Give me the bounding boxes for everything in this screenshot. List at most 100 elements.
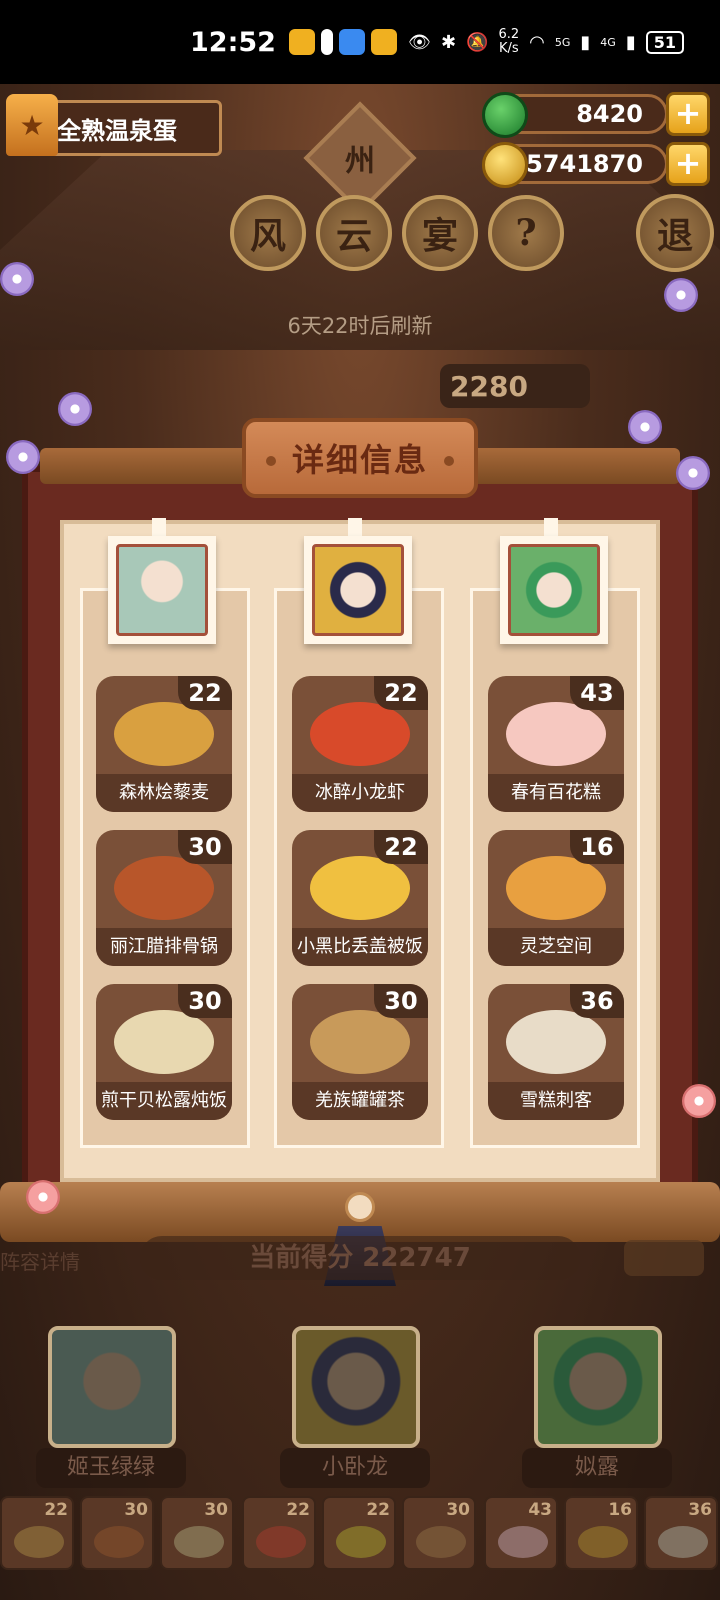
mute-icon: 🔕 (466, 31, 489, 53)
dish-image (114, 856, 214, 920)
dish-card[interactable]: 22 冰醉小龙虾 (292, 676, 428, 812)
weibo-icon (288, 29, 315, 55)
dish-name: 冰醉小龙虾 (292, 774, 428, 812)
bluetooth-icon: ✱ (440, 31, 457, 53)
mini-dish-card[interactable]: 30 (402, 1496, 476, 1570)
eye-icon: 👁 (408, 31, 431, 53)
dish-image (114, 1010, 214, 1074)
pin (152, 518, 166, 536)
battery-level: 51 (645, 30, 684, 54)
dish-card[interactable]: 16 灵芝空间 (488, 830, 624, 966)
mini-dish-image (336, 1526, 386, 1558)
mini-dish-card[interactable]: 22 (242, 1496, 316, 1570)
dish-card[interactable]: 30 煎干贝松露炖饭 (96, 984, 232, 1120)
dish-image (310, 702, 410, 766)
mini-dish-image (14, 1526, 64, 1558)
mini-dish-count: 30 (204, 1500, 228, 1520)
character-portrait[interactable] (108, 536, 216, 644)
tassel-knot (345, 1192, 375, 1222)
pin (348, 518, 362, 536)
mini-dish-card[interactable]: 30 (80, 1496, 154, 1570)
lineup-portrait[interactable] (534, 1326, 662, 1448)
dish-count: 30 (178, 984, 232, 1018)
status-bar: 12:52 👁 ✱ 🔕 6.2 K/s ◠ 5G ▮ 4G ▮ 51 (0, 0, 720, 84)
dish-name: 雪糕刺客 (488, 1082, 624, 1120)
dish-card[interactable]: 22 森林烩藜麦 (96, 676, 232, 812)
lineup-character-name: 小卧龙 (280, 1448, 430, 1488)
flower-decoration-icon (0, 262, 34, 296)
dish-name: 春有百花糕 (488, 774, 624, 812)
refresh-timer: 6天22时后刷新 (287, 314, 433, 338)
signal-5g: 5G (554, 35, 571, 49)
exit-button[interactable]: 退 (636, 194, 714, 272)
mini-dish-card[interactable]: 43 (484, 1496, 558, 1570)
mini-dish-image (94, 1526, 144, 1558)
character-portrait[interactable] (500, 536, 608, 644)
flower-decoration-icon (6, 440, 40, 474)
dish-card[interactable]: 36 雪糕刺客 (488, 984, 624, 1120)
dish-name: 灵芝空间 (488, 928, 624, 966)
signal-bars-icon-2: ▮ (625, 31, 636, 53)
flower-decoration-icon (58, 392, 92, 426)
signal-4g: 4G (600, 35, 616, 49)
character-avatar (508, 544, 600, 636)
dish-card[interactable]: 30 羌族罐罐茶 (292, 984, 428, 1120)
add-jade-button[interactable]: + (666, 92, 710, 136)
coin-icon (482, 142, 528, 188)
mini-dish-card[interactable]: 22 (0, 1496, 74, 1570)
dish-count: 30 (178, 830, 232, 864)
current-score: 当前得分 222747 (140, 1236, 580, 1280)
net-speed-value: 6.2 (498, 27, 520, 42)
lineup-portrait[interactable] (292, 1326, 420, 1448)
lineup-character-name: 姬玉绿绿 (36, 1448, 186, 1488)
mini-dish-count: 22 (44, 1500, 68, 1520)
dish-image (506, 1010, 606, 1074)
mini-dish-count: 30 (124, 1500, 148, 1520)
dish-count: 36 (570, 984, 624, 1018)
venue-title: 风 云 宴 ? (230, 195, 564, 271)
dish-count: 22 (374, 830, 428, 864)
signal-bars-icon: ▮ (580, 31, 591, 53)
mini-dish-card[interactable]: 36 (644, 1496, 718, 1570)
dish-card[interactable]: 30 丽江腊排骨锅 (96, 830, 232, 966)
dish-name: 羌族罐罐茶 (292, 1082, 428, 1120)
flower-decoration-icon (676, 456, 710, 490)
mini-dish-image (498, 1526, 548, 1558)
dish-card[interactable]: 22 小黑比丢盖被饭 (292, 830, 428, 966)
add-coin-button[interactable]: + (666, 142, 710, 186)
flower-decoration-icon (26, 1180, 60, 1214)
character-avatar (312, 544, 404, 636)
battery-alert-icon (320, 29, 333, 55)
character-avatar (116, 544, 208, 636)
dish-name: 丽江腊排骨锅 (96, 928, 232, 966)
flower-decoration-icon (628, 410, 662, 444)
mini-dish-image (416, 1526, 466, 1558)
lineup-details-label[interactable]: 阵容详情 (0, 1246, 80, 1275)
dish-image (310, 856, 410, 920)
shield-icon (338, 29, 365, 55)
mini-dish-card[interactable]: 16 (564, 1496, 638, 1570)
character-portrait[interactable] (304, 536, 412, 644)
lineup-portrait[interactable] (48, 1326, 176, 1448)
flower-decoration-icon (682, 1084, 716, 1118)
background-score: 2280 (440, 364, 590, 408)
player-avatar-icon[interactable]: ★ (6, 94, 58, 156)
dish-name: 森林烩藜麦 (96, 774, 232, 812)
pin (544, 518, 558, 536)
dish-image (310, 1010, 410, 1074)
weibo-icon-2 (370, 29, 397, 55)
confirm-button[interactable] (624, 1240, 704, 1276)
mini-dish-count: 30 (446, 1500, 470, 1520)
lineup-character-name: 姒露 (522, 1448, 672, 1488)
dish-card[interactable]: 43 春有百花糕 (488, 676, 624, 812)
mini-dish-image (578, 1526, 628, 1558)
mini-dish-count: 36 (688, 1500, 712, 1520)
help-button[interactable]: ? (488, 195, 564, 271)
title-char-2: 云 (316, 195, 392, 271)
mini-dish-image (174, 1526, 224, 1558)
mini-dish-image (658, 1526, 708, 1558)
title-char-1: 风 (230, 195, 306, 271)
mini-dish-card[interactable]: 30 (160, 1496, 234, 1570)
modal-title: 详细信息 (242, 418, 478, 498)
mini-dish-card[interactable]: 22 (322, 1496, 396, 1570)
